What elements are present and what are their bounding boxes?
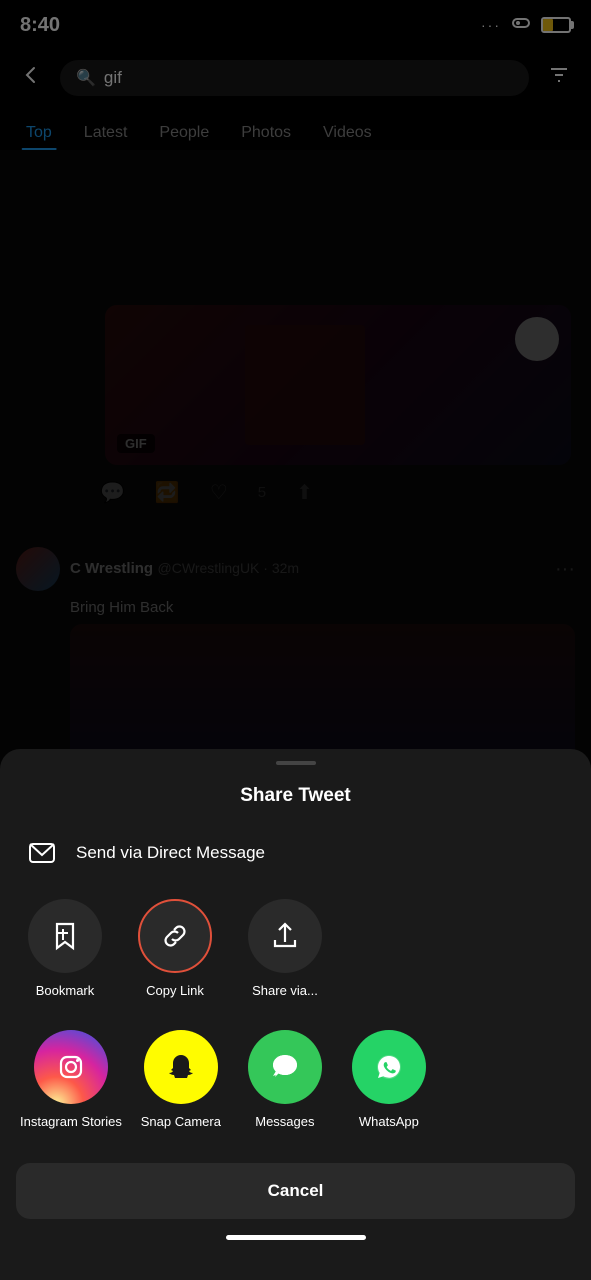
whatsapp-app[interactable]: WhatsApp — [344, 1030, 434, 1131]
share-via-label: Share via... — [252, 983, 318, 998]
dm-icon — [24, 835, 60, 871]
snapchat-label: Snap Camera — [141, 1114, 221, 1131]
messages-icon — [248, 1030, 322, 1104]
messages-app[interactable]: Messages — [240, 1030, 330, 1131]
bottom-sheet: Share Tweet Send via Direct Message Book… — [0, 749, 591, 1280]
instagram-app[interactable]: Instagram Stories — [20, 1030, 122, 1131]
whatsapp-icon — [352, 1030, 426, 1104]
snapchat-icon — [144, 1030, 218, 1104]
messages-label: Messages — [255, 1114, 314, 1131]
dm-label: Send via Direct Message — [76, 843, 265, 863]
home-indicator — [226, 1235, 366, 1240]
bookmark-circle — [28, 899, 102, 973]
instagram-icon — [34, 1030, 108, 1104]
copy-link-label: Copy Link — [146, 983, 204, 998]
snapchat-app[interactable]: Snap Camera — [136, 1030, 226, 1131]
copy-link-action[interactable]: Copy Link — [130, 899, 220, 998]
dm-row[interactable]: Send via Direct Message — [0, 835, 591, 871]
sheet-handle — [276, 761, 316, 765]
instagram-label: Instagram Stories — [20, 1114, 122, 1131]
bookmark-label: Bookmark — [36, 983, 95, 998]
copy-link-circle — [138, 899, 212, 973]
whatsapp-label: WhatsApp — [359, 1114, 419, 1131]
actions-row: Bookmark Copy Link Share via... — [0, 899, 591, 998]
sheet-title: Share Tweet — [0, 785, 591, 807]
share-via-circle — [248, 899, 322, 973]
share-via-action[interactable]: Share via... — [240, 899, 330, 998]
cancel-button[interactable]: Cancel — [16, 1163, 575, 1219]
apps-row: Instagram Stories Snap Camera — [0, 1030, 591, 1131]
bookmark-action[interactable]: Bookmark — [20, 899, 110, 998]
